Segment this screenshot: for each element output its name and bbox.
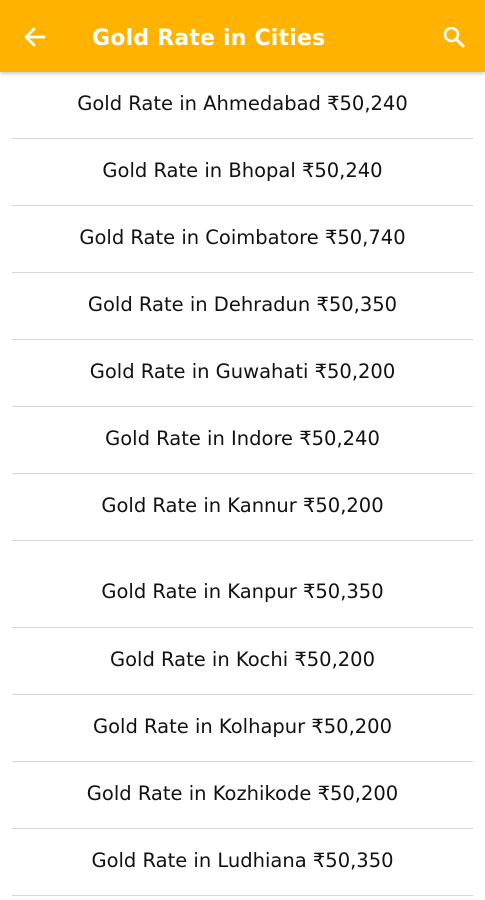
list-item-indore[interactable]: Gold Rate in Indore ₹50,240 [12, 407, 473, 474]
city-list: Gold Rate in Ahmedabad ₹50,240 Gold Rate… [0, 72, 485, 896]
list-item-kolhapur[interactable]: Gold Rate in Kolhapur ₹50,200 [12, 695, 473, 762]
page-title: Gold Rate in Cities [92, 26, 326, 51]
list-item-kozhikode[interactable]: Gold Rate in Kozhikode ₹50,200 [12, 762, 473, 829]
list-item-coimbatore[interactable]: Gold Rate in Coimbatore ₹50,740 [12, 206, 473, 273]
list-item-ahmedabad[interactable]: Gold Rate in Ahmedabad ₹50,240 [12, 72, 473, 139]
search-icon[interactable] [441, 24, 467, 50]
list-item-bhopal[interactable]: Gold Rate in Bhopal ₹50,240 [12, 139, 473, 206]
back-arrow-icon[interactable] [22, 24, 48, 50]
list-item-guwahati[interactable]: Gold Rate in Guwahati ₹50,200 [12, 340, 473, 407]
list-item-ludhiana[interactable]: Gold Rate in Ludhiana ₹50,350 [12, 829, 473, 896]
list-item-kochi[interactable]: Gold Rate in Kochi ₹50,200 [12, 628, 473, 695]
list-item-dehradun[interactable]: Gold Rate in Dehradun ₹50,350 [12, 273, 473, 340]
list-item-kannur[interactable]: Gold Rate in Kannur ₹50,200 [12, 474, 473, 541]
app-bar: Gold Rate in Cities [0, 0, 485, 72]
list-item-kanpur[interactable]: Gold Rate in Kanpur ₹50,350 [12, 557, 473, 628]
